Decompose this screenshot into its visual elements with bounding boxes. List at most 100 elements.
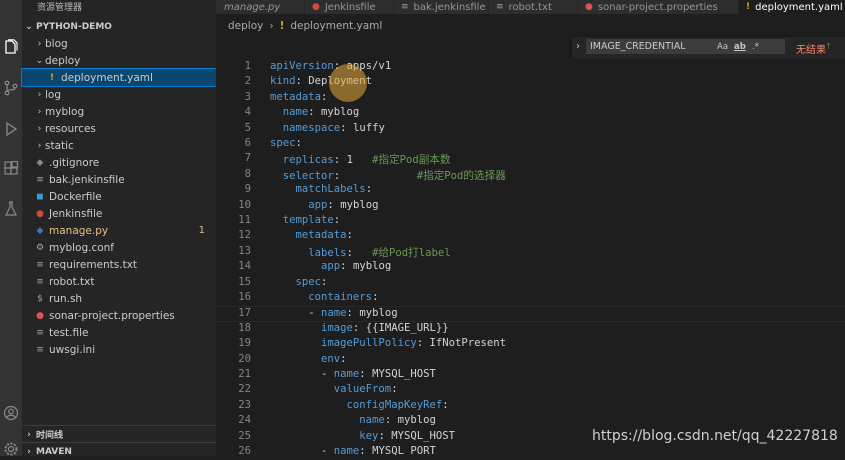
tab-jenkinsfile[interactable]: ● Jenkinsfile [305,0,394,14]
tab-deployment-yaml[interactable]: ! deployment.yaml [739,0,845,14]
code-text: valueFrom: [270,383,398,395]
tree-file[interactable]: $ run.sh [22,290,216,307]
tab-manage-py[interactable]: manage.py [216,0,305,14]
tree-item-label: robot.txt [49,275,95,288]
code-token: : [442,398,449,411]
code-token: MYSQL_HOST [372,368,436,380]
tree-file[interactable]: ● sonar-project.properties [22,307,216,324]
tab-label: robot.txt [508,1,552,13]
toggle-replace-icon[interactable]: › [576,41,580,52]
code-line: 5 namespace: luffy [216,122,845,137]
file-file-icon: ≡ [36,174,44,185]
code-token: : [359,445,373,456]
chevron-right-icon[interactable]: › [34,124,45,134]
breadcrumb-folder[interactable]: deploy [228,20,263,32]
tree-file[interactable]: ◆ .gitignore [22,154,216,171]
tree-item-label: blog [45,37,68,50]
maven-section-header[interactable]: › MAVEN [22,442,216,460]
match-case-icon[interactable]: Aa [717,42,728,52]
line-number: 12 [238,229,251,242]
line-number: 25 [238,429,251,442]
yaml-file-icon: ! [49,72,55,83]
tree-file[interactable]: ≡ test.file [22,324,216,341]
settings-gear-icon[interactable] [0,438,22,460]
code-editor[interactable]: 1apiVersion: apps/v12kind: Deployment3me… [216,58,845,456]
tree-folder[interactable]: › blog [22,35,216,52]
code-token: template [282,214,334,226]
timeline-section-header[interactable]: › 时间线 [22,425,216,443]
tree-item-label: static [45,139,74,152]
tree-folder[interactable]: › myblog [22,103,216,120]
line-number: 26 [238,445,251,456]
code-line: 6 spec: [216,137,845,152]
activity-bar [0,0,22,456]
watermark: https://blog.csdn.net/qq_42227818 [592,428,838,444]
file-tree: › blog ⌄ deploy! deployment.yaml › log › myblog ›… [21,35,217,358]
tab-bak-jenkinsfile[interactable]: ≡ bak.jenkinsfile [394,0,489,14]
chevron-right-icon[interactable]: › [34,90,45,100]
tree-file[interactable]: ≡ bak.jenkinsfile [22,171,216,188]
tab-sonar-project-properties[interactable]: ● sonar-project.properties [578,0,739,14]
account-icon[interactable] [0,402,22,424]
tab-robot-txt[interactable]: ≡ robot.txt [489,0,578,14]
tree-file[interactable]: ! deployment.yaml [21,68,217,87]
code-token: configMapKeyRef [346,398,443,411]
code-text: configMapKeyRef: [270,399,449,411]
extensions-icon[interactable] [0,158,22,180]
project-name: PYTHON-DEMO [36,22,112,32]
chevron-down-icon[interactable]: ⌄ [34,56,45,66]
project-section-header[interactable]: ⌄ PYTHON-DEMO [22,18,216,36]
code-text: - name: myblog [270,307,397,319]
code-token: : [416,337,430,350]
breadcrumb-file[interactable]: deployment.yaml [290,20,382,32]
code-line: 15 spec: [216,276,845,291]
tree-file[interactable]: ◆ manage.py 1 [22,222,216,239]
previous-match-icon[interactable]: ↑ [825,42,832,52]
tree-file[interactable]: ◼ Dockerfile [22,188,216,205]
chevron-right-icon[interactable]: › [34,39,45,49]
testing-flask-icon[interactable] [0,198,22,220]
whole-word-icon[interactable]: ab [734,42,746,52]
tab-label: sonar-project.properties [597,1,718,13]
tree-file[interactable]: ≡ robot.txt [22,273,216,290]
code-line: 10 app: myblog [216,199,845,214]
tree-folder[interactable]: ⌄ deploy [22,52,216,69]
code-token: MYSQL_HOST [391,429,455,442]
tree-item-label: manage.py [49,224,109,237]
line-number: 4 [244,106,251,119]
problem-count-badge: 1 [198,225,205,236]
run-debug-icon[interactable] [0,118,22,140]
code-token: image [321,321,353,334]
regex-icon[interactable]: .* [752,42,759,52]
tree-folder[interactable]: › log [22,86,216,103]
tab-label: bak.jenkinsfile [413,1,486,13]
code-line: 17 - name: myblog [216,306,845,322]
line-number: 19 [238,337,251,350]
tree-file[interactable]: ⚙ myblog.conf [22,239,216,256]
tree-file[interactable]: ≡ requirements.txt [22,256,216,273]
chevron-right-icon[interactable]: › [34,107,45,117]
file-file-icon: ≡ [36,344,44,355]
code-token: valueFrom [333,383,392,396]
tree-folder[interactable]: › resources [22,120,216,137]
line-number: 1 [244,60,251,72]
properties-icon: ● [585,2,593,12]
line-number: 7 [244,152,251,165]
code-text: labels: #给Pod打label [270,245,450,260]
source-control-icon[interactable] [0,77,22,99]
explorer-title: 资源管理器 [37,3,83,13]
code-token: myblog [340,198,379,211]
tree-file[interactable]: ● Jenkinsfile [22,205,216,222]
tree-file[interactable]: ≡ uwsgi.ini [22,341,216,358]
explorer-sidebar: 资源管理器 ⌄ PYTHON-DEMO › blog ⌄ deploy! deploym… [21,0,217,457]
chevron-right-icon[interactable]: › [34,141,45,151]
explorer-icon[interactable] [0,36,22,58]
tree-folder[interactable]: › static [22,137,216,154]
